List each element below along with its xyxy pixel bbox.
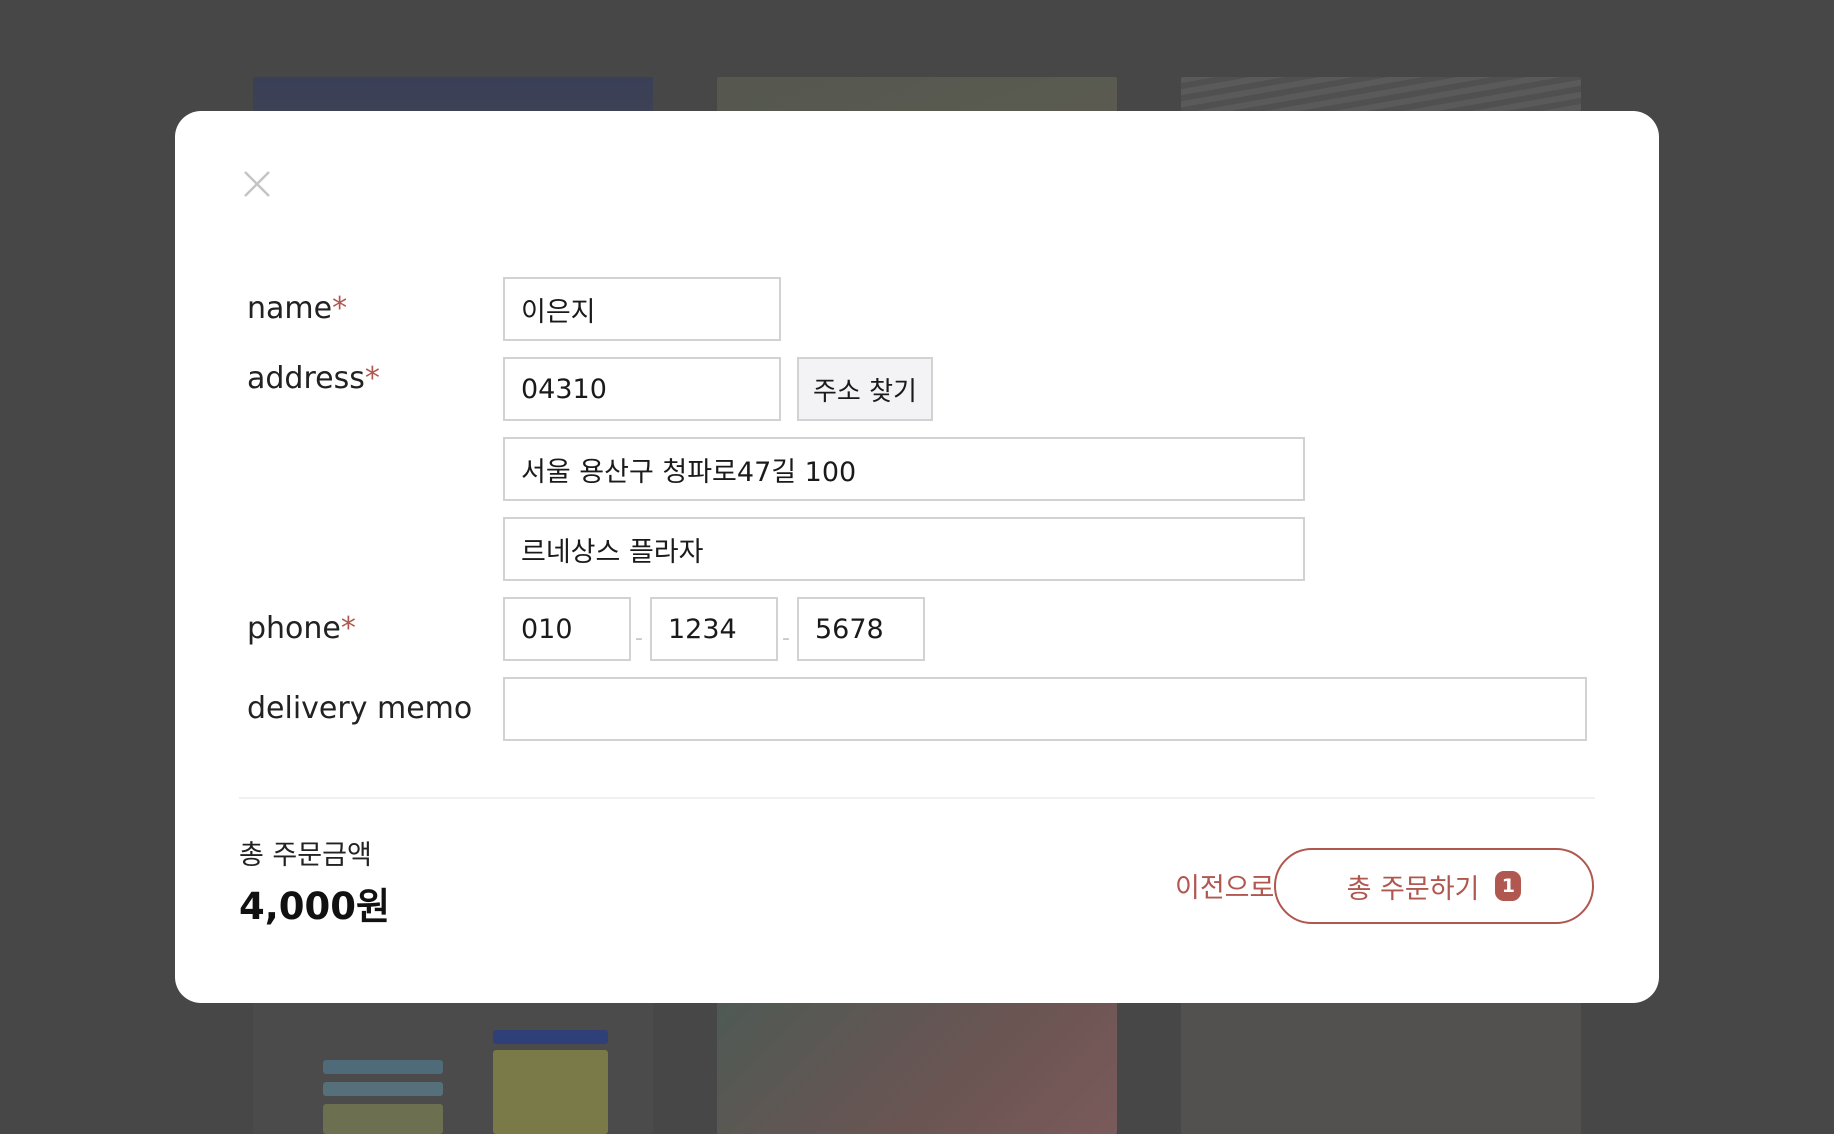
phone-last-input[interactable]	[797, 597, 925, 661]
phone-separator: -	[635, 626, 643, 651]
required-mark: *	[364, 361, 380, 396]
zipcode-input[interactable]	[503, 357, 781, 421]
order-button[interactable]: 총 주문하기 1	[1274, 848, 1594, 924]
name-input[interactable]	[503, 277, 781, 341]
address-label: address*	[247, 361, 380, 396]
find-address-button[interactable]: 주소 찾기	[797, 357, 933, 421]
background-product-image	[253, 990, 653, 1134]
back-button[interactable]: 이전으로	[1175, 866, 1274, 905]
phone-first-input[interactable]	[503, 597, 631, 661]
phone-label-text: phone	[247, 611, 341, 646]
total-amount: 4,000원	[239, 885, 391, 928]
background-product-image	[717, 990, 1117, 1134]
delivery-memo-input[interactable]	[503, 677, 1587, 741]
order-count-badge: 1	[1495, 871, 1522, 901]
address-line1-input[interactable]	[503, 437, 1305, 501]
phone-label: phone*	[247, 611, 356, 646]
required-mark: *	[340, 611, 356, 646]
name-label-text: name	[247, 291, 333, 326]
close-icon[interactable]	[239, 166, 275, 202]
divider	[239, 797, 1595, 799]
order-button-label: 총 주문하기	[1346, 873, 1480, 905]
required-mark: *	[332, 291, 348, 326]
phone-middle-input[interactable]	[650, 597, 778, 661]
address-label-text: address	[247, 361, 365, 396]
name-label: name*	[247, 291, 347, 326]
total-label: 총 주문금액	[239, 840, 372, 871]
address-line2-input[interactable]	[503, 517, 1305, 581]
delivery-memo-label: delivery memo	[247, 691, 473, 726]
order-form-modal: name* address* 주소 찾기 phone* - - delivery…	[175, 111, 1659, 1003]
background-product-image	[1181, 990, 1581, 1134]
phone-separator: -	[782, 626, 790, 651]
